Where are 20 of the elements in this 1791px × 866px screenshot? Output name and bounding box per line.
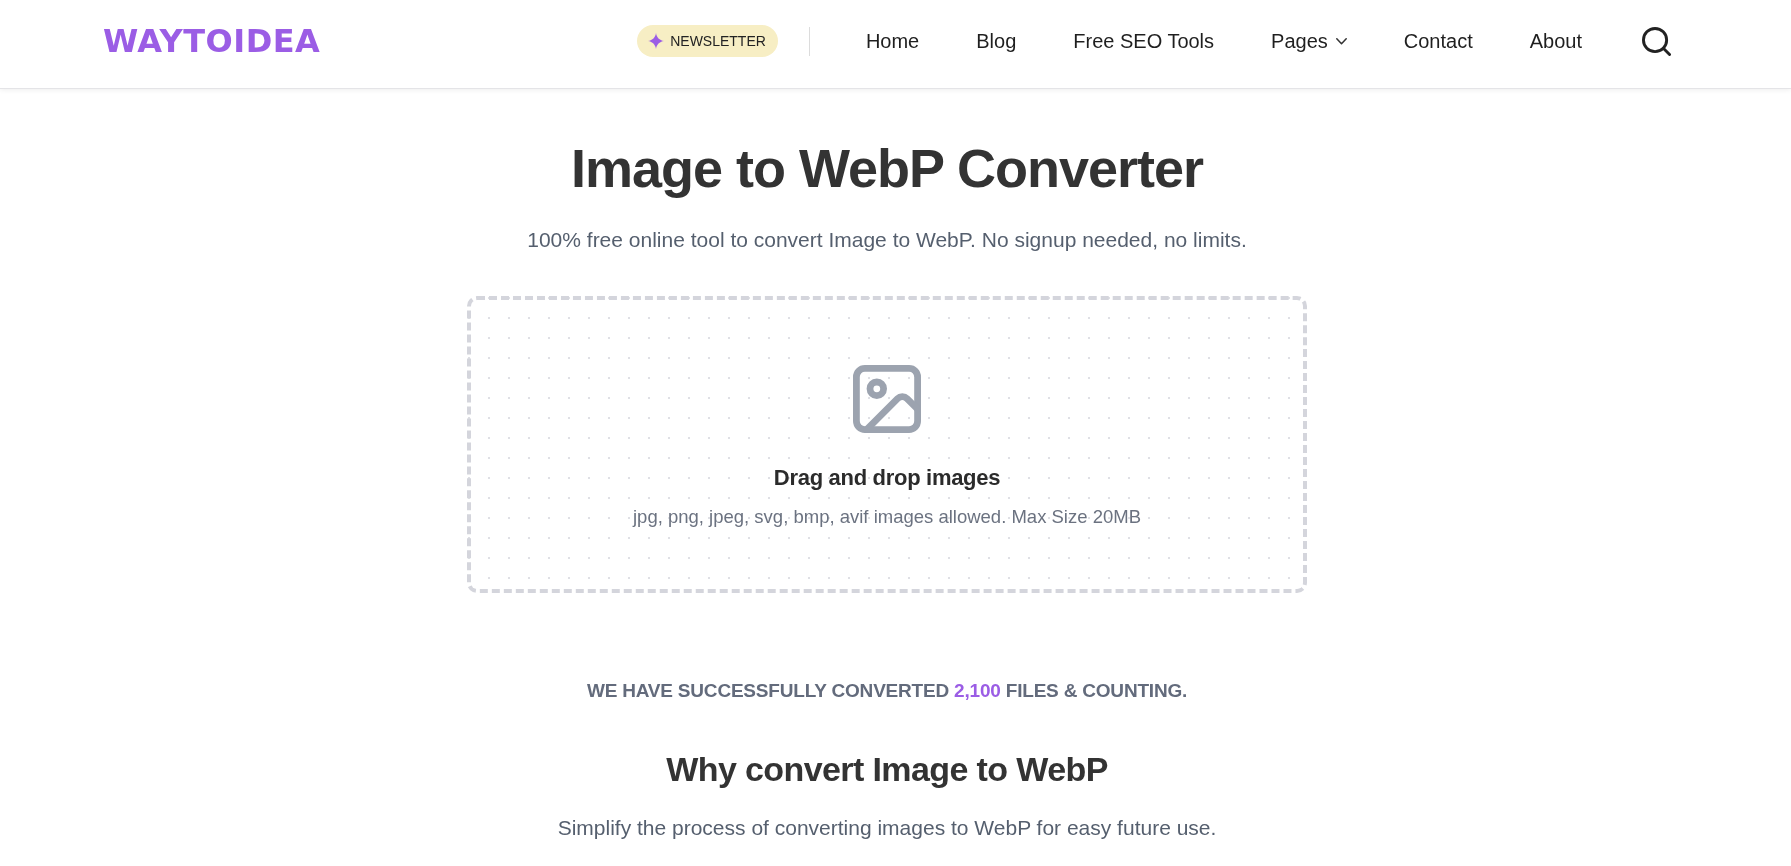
drop-heading: Drag and drop images [773,464,1001,492]
site-logo[interactable]: WAYTOIDEA [103,25,321,57]
page-subtitle: 100% free online tool to convert Image to WebP. No signup needed, no limits. [527,227,1247,253]
conversion-counter: WE HAVE SUCCESSFULLY CONVERTED 2,100 FILES & COUNTING. [586,679,1188,703]
nav-link[interactable]: Blog [976,29,1017,53]
sparkle-icon [648,33,665,49]
file-types-hint: jpg, png, jpeg, svg, bmp, avif images allowed. Max Size 20MB [633,505,1141,529]
nav-link[interactable]: Free SEO Tools [1073,29,1215,53]
nav-link[interactable]: Contact [1403,29,1473,53]
page-title: Image to WebP Converter [570,137,1204,200]
chevron-down-icon [1335,37,1347,45]
nav-link[interactable]: Home [865,29,920,53]
newsletter-button[interactable]: NEWSLETTER [637,25,778,57]
section-text: Simplify the process of converting images to WebP for easy future use. [557,815,1217,841]
nav-dropdown[interactable]: Pages [1271,29,1347,53]
section-heading: Why convert Image to WebP [666,749,1108,790]
drop-zone[interactable]: Drag and drop images jpg, png, jpeg, svg, bmp, avif images allowed. Max Size 20MB [467,296,1307,593]
nav-link[interactable]: About [1529,29,1582,53]
search-icon[interactable] [1642,26,1671,56]
image-icon [853,365,921,433]
